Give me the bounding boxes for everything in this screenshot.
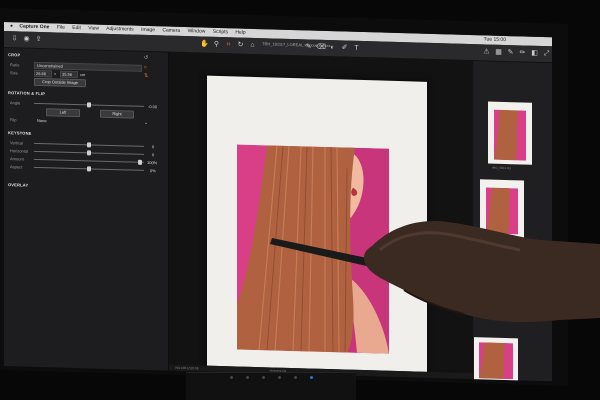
menu-edit[interactable]: Edit	[72, 25, 81, 31]
amount-slider[interactable]	[34, 158, 144, 165]
keystone-tool-icon[interactable]: ⌂	[248, 41, 257, 50]
menu-scripts[interactable]: Scripts	[213, 29, 228, 35]
rotate-tool-icon[interactable]: ↻	[236, 40, 245, 49]
crop-outside-button[interactable]: Crop Outside Image	[34, 77, 86, 88]
crop-tool-icon[interactable]: ⌗	[224, 40, 233, 49]
horizontal-value: 0	[152, 152, 155, 158]
angle-slider[interactable]	[34, 102, 144, 108]
menu-adjustments[interactable]: Adjustments	[106, 26, 134, 33]
menu-view[interactable]: View	[88, 25, 99, 31]
aspect-slider[interactable]	[34, 166, 144, 172]
vertical-slider-knob[interactable]	[87, 142, 91, 148]
vertical-label: Vertical	[10, 140, 24, 146]
thumbnail-1-image	[494, 109, 526, 161]
crop-section-title[interactable]: CROP	[8, 52, 20, 57]
size-unit: cm	[80, 72, 86, 78]
menu-camera[interactable]: Camera	[162, 27, 180, 33]
menu-window[interactable]: Window	[188, 28, 206, 34]
thumbnail-2[interactable]	[480, 179, 524, 243]
warning-icon[interactable]: ⚠	[482, 47, 491, 56]
crop-reset-icon[interactable]: ↺	[144, 55, 148, 61]
size-x-sep: ×	[54, 71, 57, 77]
flip-dropdown-icon[interactable]: ⌄	[144, 120, 148, 126]
pencil-icon[interactable]: ✏	[518, 48, 527, 57]
amount-value: 100%	[147, 159, 158, 166]
size-width-value: 26.66	[36, 70, 47, 77]
thumbnail-2-image	[486, 187, 518, 235]
size-label: Size	[10, 70, 18, 76]
aspect-lock-icon[interactable]: ⌗	[144, 65, 147, 71]
amount-label: Amount	[10, 156, 24, 162]
image-viewer[interactable]	[169, 52, 473, 380]
import-icon[interactable]: ⇩	[10, 34, 19, 43]
model-photo	[237, 144, 389, 354]
fullscreen-icon[interactable]: ⤢	[542, 49, 551, 58]
horizontal-slider[interactable]	[34, 150, 144, 156]
pen-icon[interactable]: ✎	[506, 48, 515, 57]
status-exif: ISO 100 1/125 f/8	[175, 365, 199, 371]
flip-value[interactable]: None	[37, 118, 47, 123]
image-canvas[interactable]	[207, 75, 427, 372]
photo-scene: ● Capture One File Edit View Adjustments…	[0, 0, 600, 400]
filmstrip: IMG_0001.IIQ IMG_0002.IIQ	[474, 61, 552, 382]
amount-slider-knob[interactable]	[138, 159, 142, 165]
aspect-slider-knob[interactable]	[87, 166, 91, 172]
menu-help[interactable]: Help	[235, 29, 245, 35]
rotation-section-title[interactable]: ROTATION & FLIP	[8, 90, 45, 96]
monitor-screen: ● Capture One File Edit View Adjustments…	[4, 22, 552, 382]
grid-icon[interactable]: ▦	[494, 48, 503, 57]
ratio-value: Unconstrained	[37, 62, 63, 69]
keystone-section-title[interactable]: KEYSTONE	[8, 130, 32, 136]
hand-tool-icon[interactable]: ✋	[200, 39, 209, 48]
size-swap-icon[interactable]: ⇅	[144, 73, 148, 79]
overlay-section-title[interactable]: OVERLAY	[8, 182, 28, 188]
gradient-tool-icon[interactable]: ◐	[328, 43, 337, 52]
aspect-value: 0%	[150, 168, 156, 174]
picker-tool-icon[interactable]: ✐	[340, 43, 349, 52]
brush-tool-icon[interactable]: ✎	[304, 42, 313, 51]
apple-icon[interactable]: ●	[10, 23, 13, 29]
monitor-button-5[interactable]	[294, 376, 297, 379]
tool-panel: CROP ↺ Ratio Unconstrained ⌗ Size 26.66 …	[4, 48, 169, 371]
ratio-label: Ratio	[10, 62, 20, 68]
horizontal-label: Horizontal	[10, 148, 29, 154]
angle-value: -0.00	[148, 104, 158, 110]
zoom-tool-icon[interactable]: ⚲	[212, 40, 221, 49]
eraser-tool-icon[interactable]: ⌫	[316, 43, 326, 52]
angle-label: Angle	[10, 100, 21, 106]
rotate-left-button[interactable]: Left	[46, 108, 80, 118]
aspect-label: Aspect	[10, 164, 23, 170]
horizontal-slider-knob[interactable]	[87, 150, 91, 156]
text-tool-icon[interactable]: T	[352, 44, 361, 53]
menu-image[interactable]: Image	[141, 27, 155, 33]
monitor-button-3[interactable]	[262, 376, 265, 379]
flip-label: Flip	[10, 117, 17, 123]
thumbnail-2-label: IMG_0002.IIQ	[484, 243, 503, 248]
thumbnail-1-label: IMG_0001.IIQ	[492, 165, 511, 171]
export-icon[interactable]: ⇪	[34, 35, 43, 44]
vertical-slider[interactable]	[34, 142, 144, 148]
angle-slider-knob[interactable]	[87, 102, 91, 108]
thumbnail-1[interactable]	[488, 101, 532, 165]
camera-icon[interactable]: ◉	[22, 35, 31, 44]
thumbnail-3-image	[479, 342, 513, 380]
menu-file[interactable]: File	[57, 24, 65, 30]
thumbnail-3[interactable]	[474, 337, 518, 382]
monitor-stand	[186, 372, 356, 400]
split-view-icon[interactable]: ◧	[530, 49, 539, 58]
menu-app-name[interactable]: Capture One	[19, 23, 49, 30]
rotate-right-button[interactable]: Right	[100, 109, 134, 119]
monitor-button-1[interactable]	[230, 376, 233, 379]
monitor-button-4[interactable]	[278, 376, 281, 379]
vertical-value: 0	[152, 144, 155, 150]
size-height-value: 35.56	[62, 71, 73, 77]
monitor-button-2[interactable]	[246, 376, 249, 379]
monitor-power-led[interactable]	[310, 376, 313, 379]
